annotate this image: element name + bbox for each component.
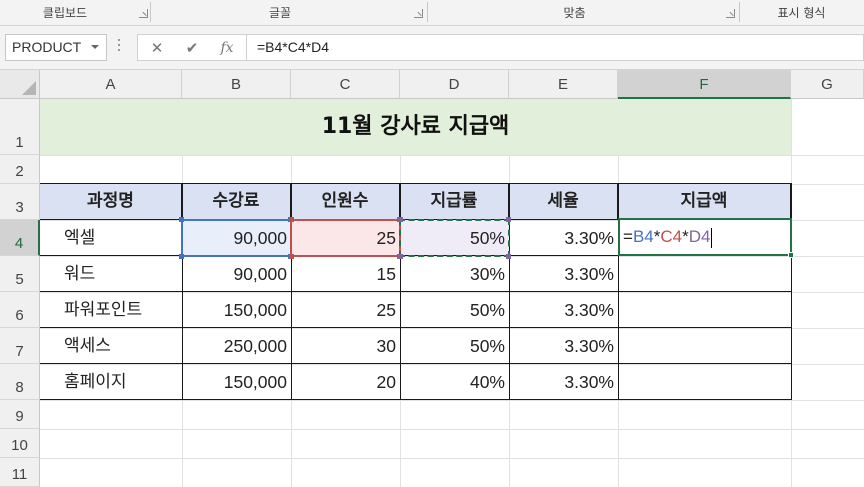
cell-b8[interactable]: 150,000 [182,364,291,400]
enter-check-icon[interactable]: ✔ [175,35,209,62]
row-header-9[interactable]: 9 [0,400,40,429]
fill-handle[interactable] [788,252,794,258]
formula-ref-d4: D4 [688,227,711,246]
cell-a4[interactable]: 엑셀 [40,220,182,256]
name-box-value: PRODUCT [12,39,82,55]
cell-b4[interactable]: 90,000 [182,220,291,256]
header-rate[interactable]: 지급률 [400,184,509,220]
ribbon-group-font: 글꼴 [268,6,292,20]
formula-op-2: * [682,227,689,246]
chevron-down-icon[interactable] [91,45,99,49]
header-course[interactable]: 과정명 [40,184,182,220]
text-cursor [711,227,713,248]
row-header-5[interactable]: 5 [0,256,40,292]
more-handle-icon[interactable] [118,39,121,55]
cancel-icon[interactable]: ✕ [140,35,174,62]
ribbon-group-alignment: 맞춤 [563,6,586,20]
row-header-10[interactable]: 10 [0,429,40,458]
row-header-1[interactable]: 1 [0,99,40,155]
ribbon-group-number-format: 표시 형식 [777,6,826,20]
alignment-launcher-icon[interactable] [726,9,735,18]
row-header-8[interactable]: 8 [0,364,40,400]
cell-d8[interactable]: 40% [400,364,509,400]
formula-ref-b4: B4 [632,227,654,246]
cell-c5[interactable]: 15 [291,256,400,292]
header-payment[interactable]: 지급액 [618,184,791,220]
cell-d4[interactable]: 50% [400,220,509,256]
cell-d7[interactable]: 50% [400,328,509,364]
header-count[interactable]: 인원수 [291,184,400,220]
cell-a7[interactable]: 액세스 [40,328,182,364]
formula-ref-c4: C4 [660,227,683,246]
row-header-6[interactable]: 6 [0,292,40,328]
header-tax[interactable]: 세율 [509,184,618,220]
sheet-title[interactable]: 11월 강사료 지급액 [40,99,791,155]
row-header-3[interactable]: 3 [0,184,40,220]
column-header-b[interactable]: B [182,70,291,99]
cell-a8[interactable]: 홈페이지 [40,364,182,400]
column-header-a[interactable]: A [40,70,182,99]
column-header-c[interactable]: C [291,70,400,99]
ribbon-group-labels: 클립보드 글꼴 맞춤 표시 형식 [0,0,864,26]
cell-d6[interactable]: 50% [400,292,509,328]
formula-bar: PRODUCT ✕ ✔ fx =B4*C4*D4 [0,26,864,70]
cell-e6[interactable]: 3.30% [509,292,618,328]
column-header-d[interactable]: D [400,70,509,99]
column-header-g[interactable]: G [791,70,864,99]
cell-c8[interactable]: 20 [291,364,400,400]
cell-e7[interactable]: 3.30% [509,328,618,364]
clipboard-launcher-icon[interactable] [139,9,148,18]
row-header-2[interactable]: 2 [0,155,40,184]
row-header-7[interactable]: 7 [0,328,40,364]
cell-e8[interactable]: 3.30% [509,364,618,400]
cell-a5[interactable]: 워드 [40,256,182,292]
cell-d5[interactable]: 30% [400,256,509,292]
cell-e5[interactable]: 3.30% [509,256,618,292]
cell-c7[interactable]: 30 [291,328,400,364]
name-box[interactable]: PRODUCT [5,34,107,61]
header-fee[interactable]: 수강료 [182,184,291,220]
font-launcher-icon[interactable] [414,9,423,18]
cell-b5[interactable]: 90,000 [182,256,291,292]
cell-b7[interactable]: 250,000 [182,328,291,364]
cell-c6[interactable]: 25 [291,292,400,328]
ribbon-group-clipboard: 클립보드 [42,6,88,20]
formula-input[interactable]: =B4*C4*D4 [246,34,864,61]
row-header-11[interactable]: 11 [0,458,40,487]
select-all-button[interactable] [0,70,40,99]
column-header-f[interactable]: F [618,70,791,99]
worksheet-grid[interactable]: A B C D E F G 1 2 3 4 5 6 7 8 9 10 11 11… [0,70,864,487]
cell-b6[interactable]: 150,000 [182,292,291,328]
cell-e4[interactable]: 3.30% [509,220,618,256]
formula-eq: = [623,227,633,246]
cell-a6[interactable]: 파워포인트 [40,292,182,328]
row-header-4[interactable]: 4 [0,220,40,256]
insert-function-icon[interactable]: fx [210,35,244,62]
cell-c4[interactable]: 25 [291,220,400,256]
column-header-e[interactable]: E [509,70,618,99]
formula-buttons: ✕ ✔ fx [137,34,246,61]
active-cell-f4[interactable]: =B4*C4*D4 [618,218,792,256]
